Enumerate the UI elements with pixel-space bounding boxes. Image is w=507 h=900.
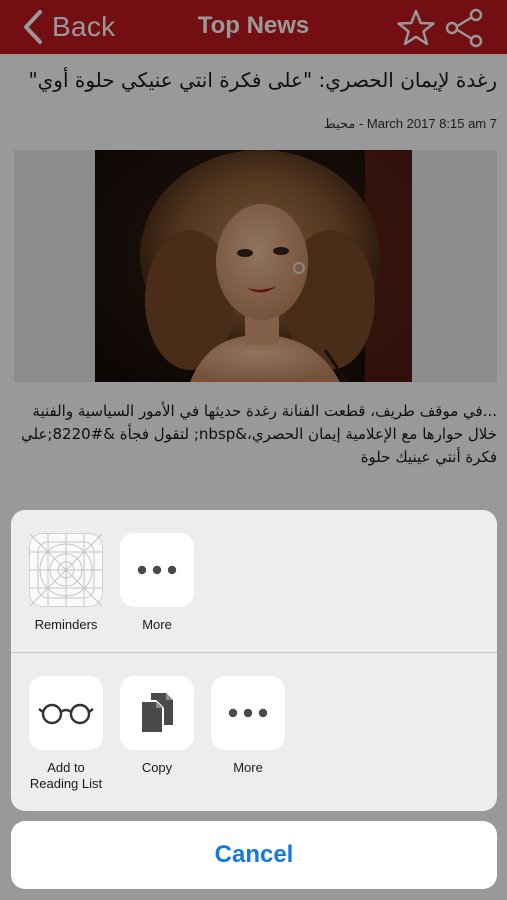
share-sheet-apps-row: Reminders More <box>11 510 497 652</box>
share-sheet-actions-row: Add to Reading List Copy More <box>11 653 497 811</box>
add-to-reading-list-action[interactable]: Add to Reading List <box>21 676 111 792</box>
copy-label: Copy <box>141 760 173 775</box>
reminders-action[interactable]: Reminders <box>21 533 111 633</box>
share-sheet: Reminders More Add to Reading List Copy … <box>11 510 497 811</box>
label-line-1: Add to <box>47 760 85 775</box>
more-actions-label: More <box>233 760 263 775</box>
add-to-reading-list-label: Add to Reading List <box>21 760 111 792</box>
reminders-label: Reminders <box>34 617 98 632</box>
more-apps-label: More <box>142 617 172 632</box>
glasses-icon <box>29 676 103 750</box>
cancel-button[interactable]: Cancel <box>11 821 497 889</box>
reminders-app-icon <box>29 533 103 607</box>
copy-icon <box>120 676 194 750</box>
cancel-label: Cancel <box>214 841 294 868</box>
copy-action[interactable]: Copy <box>112 676 202 776</box>
more-dots-icon <box>120 533 194 607</box>
more-actions-action[interactable]: More <box>203 676 293 776</box>
label-line-2: Reading List <box>29 776 103 791</box>
more-dots-icon <box>211 676 285 750</box>
more-apps-action[interactable]: More <box>112 533 202 633</box>
